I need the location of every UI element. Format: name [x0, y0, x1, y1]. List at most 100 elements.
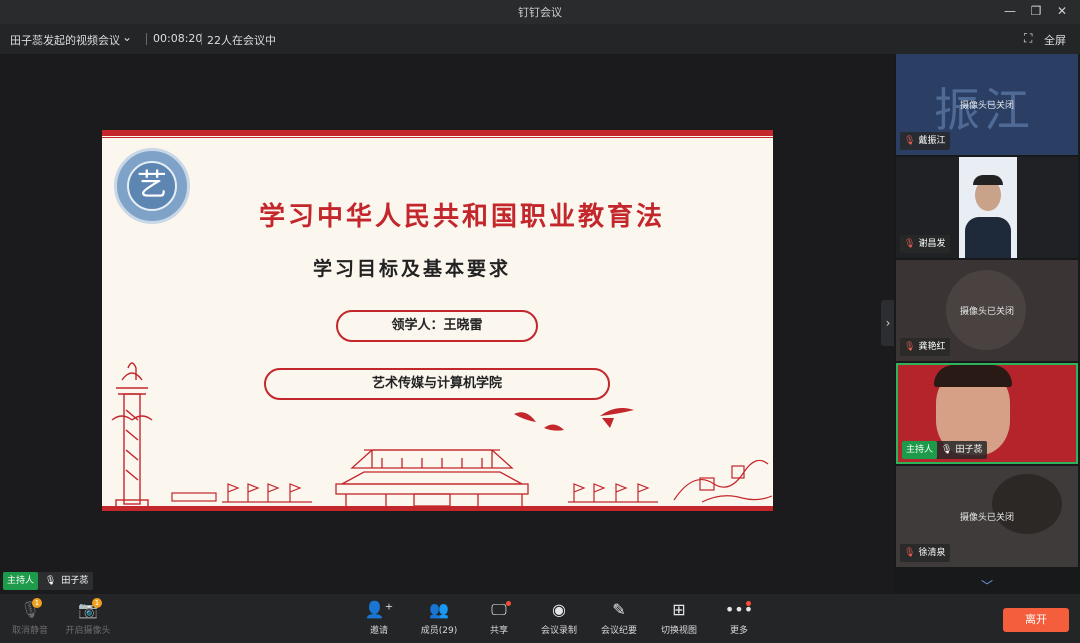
- slide-top-line: [102, 137, 773, 138]
- camera-off-icon: 📷: [78, 600, 98, 619]
- minutes-label: 会议纪要: [600, 626, 637, 636]
- chevron-down-icon[interactable]: ⌄: [122, 30, 132, 44]
- participant-name-tag: 🎙 谢昌发: [900, 235, 951, 253]
- more-dot: [746, 601, 751, 606]
- mic-icon: 🎙: [44, 576, 57, 586]
- members-button[interactable]: 👥 成员(29): [409, 600, 469, 636]
- participant-name: 田子蕊: [955, 445, 983, 455]
- more-button[interactable]: ••• 更多: [709, 600, 769, 636]
- participant-tile-active[interactable]: 主持人 🎙 田子蕊: [896, 363, 1078, 464]
- slide-sub-title: 学习目标及基本要求: [312, 258, 511, 280]
- hair: [973, 175, 1003, 185]
- camera-badge: 1: [92, 598, 102, 608]
- title-bar: 钉钉会议 — ❐ ✕: [0, 0, 1080, 24]
- switch-view-button[interactable]: ⊞ 切换视图: [649, 600, 709, 636]
- mic-muted-icon: 🎙: [904, 548, 916, 558]
- participant-name-tag: 🎙 戴振江: [900, 132, 951, 150]
- record-icon: ◉: [552, 600, 566, 619]
- participant-name: 徐清泉: [918, 548, 946, 558]
- participants-count: 22人在会议中: [207, 34, 276, 47]
- participant-sidebar: ︿ 振江 摄像头已关闭 🎙戴振江 🎙谢昌发 摄像头已关闭 🎙龚艳红 主持人🎙田子…: [894, 54, 1080, 594]
- participant-tile[interactable]: 振江 摄像头已关闭 🎙 戴振江: [896, 54, 1078, 155]
- participant-name-tag: 🎙 龚艳红: [900, 338, 951, 356]
- share-dot: [506, 601, 511, 606]
- divider: [201, 33, 202, 45]
- mic-off-icon: 🎙: [19, 600, 41, 619]
- participant-name-tag: 主持人 🎙 田子蕊: [902, 441, 988, 459]
- participant-name: 戴振江: [918, 136, 946, 146]
- unmute-label: 取消静音: [11, 626, 48, 636]
- mic-muted-icon: 🎙: [904, 136, 916, 146]
- leave-button[interactable]: 离开: [1003, 608, 1069, 632]
- slide-top-bar: [102, 130, 773, 136]
- meeting-name[interactable]: 田子蕊发起的视频会议: [10, 32, 120, 48]
- school-logo: 艺: [114, 148, 190, 224]
- meeting-toolbar: 🎙 取消静音 1 📷 开启摄像头 1 👤⁺ 邀请 👥 成员(29) 🖵 共享 ◉…: [0, 594, 1080, 643]
- divider: [146, 33, 147, 45]
- fullscreen-icon[interactable]: ⛶: [1024, 31, 1032, 46]
- more-icon: •••: [724, 600, 754, 619]
- avatar-blur: [992, 474, 1062, 534]
- host-badge: 主持人: [902, 441, 938, 459]
- fence-left-icon: [171, 483, 312, 503]
- unmute-button[interactable]: 🎙 取消静音 1: [0, 598, 60, 636]
- members-label: 成员(29): [420, 626, 458, 636]
- video-feed: [959, 157, 1017, 258]
- host-badge: 主持人: [3, 572, 39, 590]
- window-title: 钉钉会议: [518, 6, 562, 19]
- slide-decoration: [111, 362, 773, 509]
- close-icon[interactable]: ✕: [1052, 2, 1072, 20]
- huabiao-pillar-icon: [111, 362, 153, 509]
- invite-label: 邀请: [369, 626, 388, 636]
- grid-view-icon: ⊞: [672, 600, 686, 619]
- mic-muted-icon: 🎙: [904, 239, 916, 249]
- more-label: 更多: [729, 626, 748, 636]
- unmute-badge: 1: [32, 598, 42, 608]
- tiananmen-icon: [334, 449, 530, 509]
- participant-name: 谢昌发: [918, 239, 946, 249]
- minutes-icon: ✎: [612, 600, 626, 619]
- record-button[interactable]: ◉ 会议录制: [529, 600, 589, 636]
- view-label: 切换视图: [660, 626, 697, 636]
- minimize-icon[interactable]: —: [1000, 2, 1020, 20]
- minutes-button[interactable]: ✎ 会议纪要: [589, 600, 649, 636]
- record-label: 会议录制: [540, 626, 577, 636]
- main-speaker-tag: 主持人 🎙 田子蕊: [3, 572, 94, 590]
- great-wall-icon: [673, 459, 773, 503]
- camera-label: 开启摄像头: [65, 626, 111, 636]
- shared-slide: 艺 学习中华人民共和国职业教育法 学习目标及基本要求 领学人：王晓雷 艺术传媒与…: [102, 130, 773, 511]
- camera-off-status: 摄像头已关闭: [959, 307, 1014, 317]
- speaker-name: 田子蕊: [61, 576, 89, 586]
- mic-muted-icon: 🎙: [904, 342, 916, 352]
- participant-tile[interactable]: 🎙 谢昌发: [896, 157, 1078, 258]
- share-screen-icon: 🖵: [491, 600, 507, 619]
- slide-main-title: 学习中华人民共和国职业教育法: [258, 202, 665, 232]
- collapse-sidebar-button[interactable]: ›: [881, 300, 895, 346]
- share-button[interactable]: 🖵 共享: [469, 600, 529, 636]
- mic-icon: 🎙: [941, 445, 953, 455]
- fullscreen-label[interactable]: 全屏: [1044, 32, 1066, 48]
- school-logo-emblem: 艺: [127, 161, 177, 211]
- leader-pill: 领学人：王晓雷: [336, 310, 538, 342]
- invite-button[interactable]: 👤⁺ 邀请: [349, 600, 409, 636]
- participant-tile[interactable]: 摄像头已关闭 🎙 徐清泉: [896, 466, 1078, 567]
- camera-off-status: 摄像头已关闭: [959, 101, 1014, 111]
- slide-bottom-bar: [102, 506, 773, 511]
- camera-button[interactable]: 📷 开启摄像头 1: [58, 598, 118, 636]
- share-label: 共享: [489, 626, 508, 636]
- members-icon: 👥: [429, 600, 449, 619]
- restore-icon[interactable]: ❐: [1026, 2, 1046, 20]
- main-stage: 艺 学习中华人民共和国职业教育法 学习目标及基本要求 领学人：王晓雷 艺术传媒与…: [0, 54, 895, 594]
- participant-name: 龚艳红: [918, 342, 946, 352]
- camera-off-status: 摄像头已关闭: [959, 513, 1014, 523]
- fence-right-icon: [568, 483, 658, 503]
- birds-icon: [514, 408, 634, 431]
- scroll-down-icon[interactable]: ﹀: [894, 578, 1080, 594]
- hair: [934, 365, 1012, 387]
- meeting-duration: 00:08:20: [153, 32, 203, 45]
- participant-name-tag: 🎙 徐清泉: [900, 544, 951, 562]
- meeting-info-bar: 田子蕊发起的视频会议 ⌄ 00:08:20 22人在会议中 ⛶ 全屏: [0, 24, 1080, 54]
- participant-tile[interactable]: 摄像头已关闭 🎙 龚艳红: [896, 260, 1078, 361]
- shoulders: [965, 217, 1011, 258]
- add-person-icon: 👤⁺: [364, 600, 394, 619]
